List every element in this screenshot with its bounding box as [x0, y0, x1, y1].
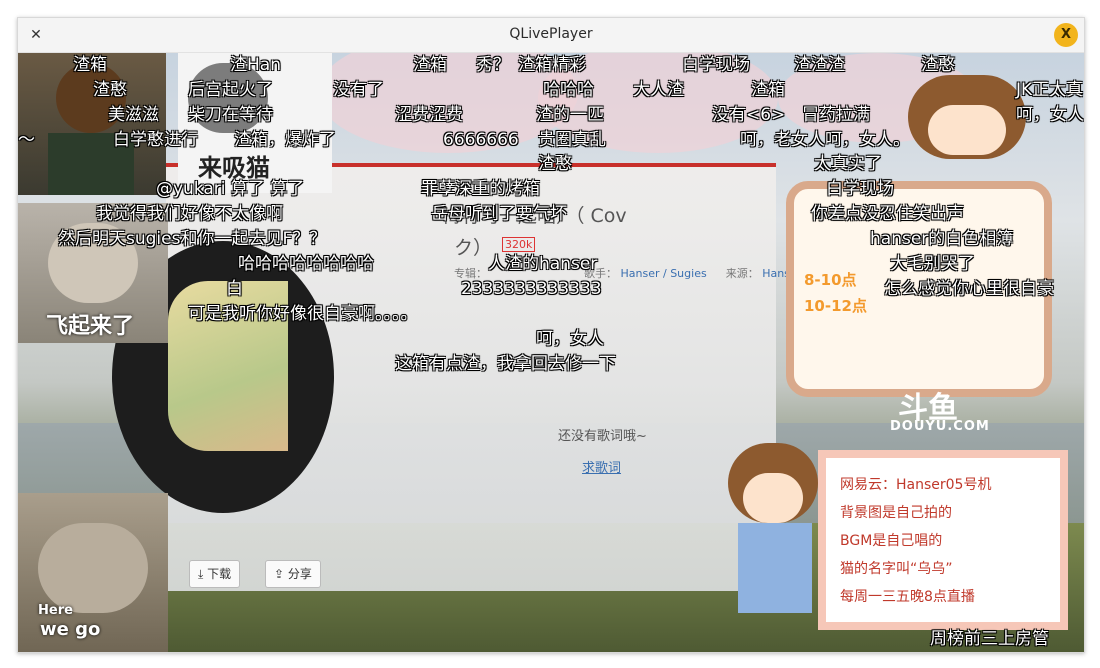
- video-area[interactable]: 梅竹马一起唱）（ Cov ク） 320k 专辑： 歌手： Hanser / Su…: [18, 53, 1084, 652]
- danmaku-comment: 大毛别哭了: [890, 254, 975, 274]
- danmaku-comment: 哈哈哈哈哈哈哈哈: [238, 254, 374, 274]
- share-icon: ⇪: [274, 567, 285, 581]
- danmaku-comment: 我觉得我们好像不太像啊: [96, 204, 283, 224]
- danmaku-comment: 渣箱，爆炸了: [234, 130, 336, 150]
- info-line: 每周一三五晚8点直播: [840, 589, 975, 605]
- download-label: 下载: [207, 567, 232, 581]
- danmaku-comment: 渣的一匹: [536, 105, 604, 125]
- info-line: BGM是自己唱的: [840, 533, 943, 549]
- cat-sticker-bottom: Here we go: [18, 493, 168, 652]
- danmaku-comment: 美滋滋: [108, 105, 159, 125]
- sticker-caption: Here: [38, 603, 73, 618]
- info-line: 网易云：Hanser05号机: [840, 477, 992, 493]
- no-lyrics-text: 还没有歌词哦~: [558, 429, 647, 444]
- sticker-caption: 飞起来了: [46, 314, 135, 339]
- danmaku-comment: 没有<6>: [712, 105, 786, 125]
- danmaku-comment: 大人渣: [633, 80, 684, 100]
- info-line: 背景图是自己拍的: [840, 505, 952, 521]
- danmaku-comment: 渣箱: [751, 80, 785, 100]
- danmaku-comment: 人渣的hanser: [488, 254, 598, 274]
- danmaku-comment: 岳母听到了要气坏: [431, 204, 567, 224]
- schedule-slot-1: 8-10点: [804, 271, 857, 289]
- danmaku-comment: 2333333333333: [461, 279, 602, 299]
- danmaku-comment: 渣渣渣: [794, 55, 845, 75]
- douyu-url: DOUYU.COM: [890, 419, 990, 434]
- cat-sticker-middle: 飞起来了: [18, 203, 168, 343]
- danmaku-comment: 白学现场: [682, 55, 750, 75]
- danmaku-comment: 白: [226, 279, 243, 299]
- danmaku-comment: 太真实了: [814, 154, 882, 174]
- danmaku-comment: @yukari 算了 算了: [156, 179, 305, 199]
- download-button[interactable]: ⤓ 下载: [189, 560, 241, 588]
- danmaku-comment: 渣箱精彩: [518, 55, 586, 75]
- danmaku-comment: 渣憨: [921, 55, 955, 75]
- share-button[interactable]: ⇪ 分享: [265, 560, 321, 588]
- danmaku-comment: 涩费涩费: [395, 105, 463, 125]
- info-card: 网易云：Hanser05号机 背景图是自己拍的 BGM是自己唱的 猫的名字叫“乌…: [818, 450, 1068, 630]
- share-label: 分享: [287, 567, 312, 581]
- danmaku-comment: 秀？: [476, 55, 510, 75]
- danmaku-comment: JK正太真: [1016, 80, 1084, 100]
- info-line: 猫的名字叫“乌乌”: [840, 561, 953, 577]
- danmaku-comment: 周榜前三上房管: [930, 629, 1049, 649]
- danmaku-comment: 怎么感觉你心里很自豪: [884, 279, 1054, 299]
- danmaku-comment: 没有了: [333, 80, 384, 100]
- danmaku-comment: 渣憨: [93, 80, 127, 100]
- sticker-caption: 来吸猫: [198, 154, 270, 182]
- danmaku-comment: 后宫起火了: [188, 80, 273, 100]
- danmaku-comment: 白学现场: [826, 179, 894, 199]
- danmaku-comment: 渣箱: [73, 55, 107, 75]
- danmaku-comment: 柴刀在等待: [188, 105, 273, 125]
- danmaku-comment: ～: [18, 130, 35, 150]
- danmaku-comment: 这箱有点渣，我拿回去修一下: [395, 354, 616, 374]
- request-lyrics-link[interactable]: 求歌词: [582, 457, 621, 476]
- danmaku-comment: 然后明天sugies和你一起去见F？？: [58, 229, 327, 249]
- danmaku-comment: 哈哈哈: [543, 80, 594, 100]
- schedule-slot-2: 10-12点: [804, 297, 867, 315]
- danmaku-comment: 可是我听你好像很自豪啊。。。。: [188, 304, 418, 324]
- source-label: 来源：: [725, 267, 759, 280]
- window-title: QLivePlayer: [509, 26, 593, 42]
- song-title-continued: ク）: [454, 237, 493, 259]
- danmaku-comment: 你差点没忍住笑出声: [811, 204, 964, 224]
- app-window: ✕ QLivePlayer X 梅竹马一起唱）（ Cov ク） 320k 专辑：…: [17, 17, 1085, 653]
- title-bar: ✕ QLivePlayer X: [18, 18, 1084, 53]
- danmaku-comment: 呵，女人: [536, 329, 604, 349]
- danmaku-comment: 渣憨: [538, 154, 572, 174]
- app-logo-icon: X: [1054, 23, 1078, 47]
- download-icon: ⤓: [198, 567, 204, 581]
- danmaku-comment: 渣箱: [413, 55, 447, 75]
- danmaku-comment: 罪孽深重的烤箱: [421, 179, 540, 199]
- danmaku-comment: hanser的白色相簿: [870, 229, 1014, 249]
- danmaku-comment: 呵，老女人呵，女人。: [740, 130, 910, 150]
- danmaku-comment: 冒药拉满: [802, 105, 870, 125]
- danmaku-comment: 6666666: [443, 130, 519, 150]
- singer-link[interactable]: Hanser / Sugies: [621, 267, 707, 280]
- danmaku-comment: 贵圈真乱: [538, 130, 606, 150]
- danmaku-comment: 呵，女人: [1016, 105, 1084, 125]
- quality-badge: 320k: [502, 237, 536, 252]
- danmaku-comment: 渣Han: [230, 55, 281, 75]
- sticker-caption: we go: [40, 619, 101, 640]
- danmaku-comment: 白学憨进行: [113, 130, 198, 150]
